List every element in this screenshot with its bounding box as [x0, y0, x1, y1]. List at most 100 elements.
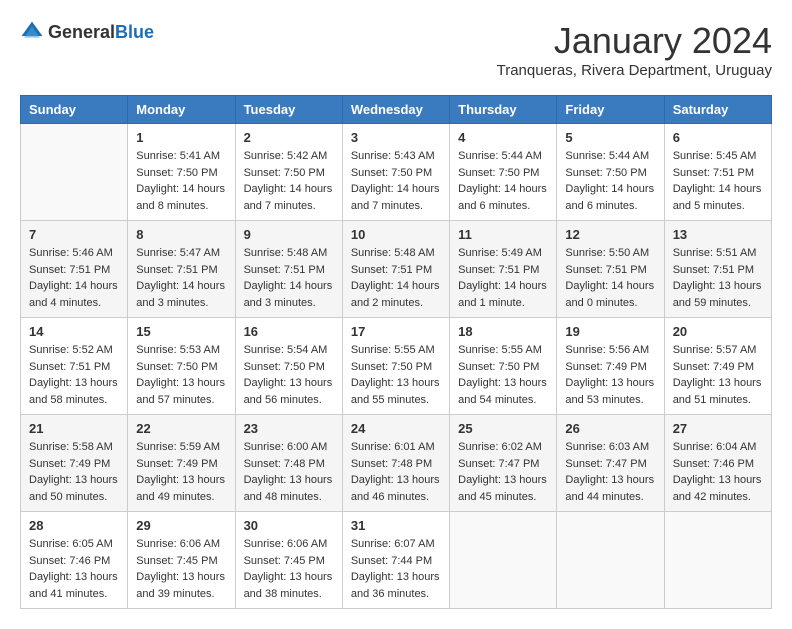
calendar-cell: 14 Sunrise: 5:52 AMSunset: 7:51 PMDayligh… — [21, 318, 128, 415]
day-info: Sunrise: 5:48 AMSunset: 7:51 PMDaylight:… — [244, 245, 334, 311]
calendar-cell: 4 Sunrise: 5:44 AMSunset: 7:50 PMDaylight… — [450, 124, 557, 221]
calendar-cell: 6 Sunrise: 5:45 AMSunset: 7:51 PMDaylight… — [664, 124, 771, 221]
day-number: 3 — [351, 130, 441, 145]
header-day-saturday: Saturday — [664, 96, 771, 124]
day-info: Sunrise: 6:07 AMSunset: 7:44 PMDaylight:… — [351, 536, 441, 602]
calendar-cell: 22 Sunrise: 5:59 AMSunset: 7:49 PMDayligh… — [128, 415, 235, 512]
day-info: Sunrise: 5:41 AMSunset: 7:50 PMDaylight:… — [136, 148, 226, 214]
header-day-sunday: Sunday — [21, 96, 128, 124]
day-number: 1 — [136, 130, 226, 145]
calendar-cell: 26 Sunrise: 6:03 AMSunset: 7:47 PMDayligh… — [557, 415, 664, 512]
day-info: Sunrise: 5:52 AMSunset: 7:51 PMDaylight:… — [29, 342, 119, 408]
calendar-cell: 10 Sunrise: 5:48 AMSunset: 7:51 PMDayligh… — [342, 221, 449, 318]
calendar-cell — [450, 512, 557, 609]
day-number: 16 — [244, 324, 334, 339]
day-number: 22 — [136, 421, 226, 436]
calendar-cell: 7 Sunrise: 5:46 AMSunset: 7:51 PMDaylight… — [21, 221, 128, 318]
header-day-tuesday: Tuesday — [235, 96, 342, 124]
day-info: Sunrise: 5:56 AMSunset: 7:49 PMDaylight:… — [565, 342, 655, 408]
week-row-2: 14 Sunrise: 5:52 AMSunset: 7:51 PMDayligh… — [21, 318, 772, 415]
day-number: 8 — [136, 227, 226, 242]
day-info: Sunrise: 5:53 AMSunset: 7:50 PMDaylight:… — [136, 342, 226, 408]
day-info: Sunrise: 6:01 AMSunset: 7:48 PMDaylight:… — [351, 439, 441, 505]
calendar-cell: 20Sunrise: 5:57 AMSunset: 7:49 PMDayligh… — [664, 318, 771, 415]
calendar-cell: 2Sunrise: 5:42 AMSunset: 7:50 PMDaylight… — [235, 124, 342, 221]
day-number: 2 — [244, 130, 334, 145]
page-header: GeneralBlue January 2024 Tranqueras, Riv… — [20, 20, 772, 79]
day-info: Sunrise: 5:58 AMSunset: 7:49 PMDaylight:… — [29, 439, 119, 505]
day-number: 14 — [29, 324, 119, 339]
calendar-cell — [664, 512, 771, 609]
location-subtitle: Tranqueras, Rivera Department, Uruguay — [497, 62, 772, 79]
calendar-body: 1 Sunrise: 5:41 AMSunset: 7:50 PMDaylight… — [21, 124, 772, 609]
calendar-cell: 19 Sunrise: 5:56 AMSunset: 7:49 PMDayligh… — [557, 318, 664, 415]
calendar-cell: 8 Sunrise: 5:47 AMSunset: 7:51 PMDaylight… — [128, 221, 235, 318]
day-info: Sunrise: 5:48 AMSunset: 7:51 PMDaylight:… — [351, 245, 441, 311]
day-info: Sunrise: 5:47 AMSunset: 7:51 PMDaylight:… — [136, 245, 226, 311]
day-number: 21 — [29, 421, 119, 436]
day-number: 12 — [565, 227, 655, 242]
day-info: Sunrise: 5:59 AMSunset: 7:49 PMDaylight:… — [136, 439, 226, 505]
header-row: SundayMondayTuesdayWednesdayThursdayFrid… — [21, 96, 772, 124]
day-info: Sunrise: 5:54 AMSunset: 7:50 PMDaylight:… — [244, 342, 334, 408]
day-info: Sunrise: 5:45 AMSunset: 7:51 PMDaylight:… — [673, 148, 763, 214]
calendar-cell: 16 Sunrise: 5:54 AMSunset: 7:50 PMDayligh… — [235, 318, 342, 415]
day-number: 4 — [458, 130, 548, 145]
day-info: Sunrise: 5:43 AMSunset: 7:50 PMDaylight:… — [351, 148, 441, 214]
logo-blue: Blue — [115, 22, 154, 42]
day-info: Sunrise: 5:46 AMSunset: 7:51 PMDaylight:… — [29, 245, 119, 311]
day-number: 29 — [136, 518, 226, 533]
day-number: 11 — [458, 227, 548, 242]
day-info: Sunrise: 6:06 AMSunset: 7:45 PMDaylight:… — [244, 536, 334, 602]
calendar-cell: 5 Sunrise: 5:44 AMSunset: 7:50 PMDaylight… — [557, 124, 664, 221]
calendar-cell: 23 Sunrise: 6:00 AMSunset: 7:48 PMDayligh… — [235, 415, 342, 512]
day-info: Sunrise: 5:44 AMSunset: 7:50 PMDaylight:… — [565, 148, 655, 214]
day-number: 23 — [244, 421, 334, 436]
day-number: 30 — [244, 518, 334, 533]
calendar-cell: 1 Sunrise: 5:41 AMSunset: 7:50 PMDaylight… — [128, 124, 235, 221]
calendar-cell: 9Sunrise: 5:48 AMSunset: 7:51 PMDaylight… — [235, 221, 342, 318]
calendar-cell: 3 Sunrise: 5:43 AMSunset: 7:50 PMDaylight… — [342, 124, 449, 221]
day-number: 10 — [351, 227, 441, 242]
day-number: 19 — [565, 324, 655, 339]
day-number: 7 — [29, 227, 119, 242]
day-info: Sunrise: 5:55 AMSunset: 7:50 PMDaylight:… — [351, 342, 441, 408]
day-info: Sunrise: 5:50 AMSunset: 7:51 PMDaylight:… — [565, 245, 655, 311]
day-number: 6 — [673, 130, 763, 145]
day-number: 26 — [565, 421, 655, 436]
week-row-0: 1 Sunrise: 5:41 AMSunset: 7:50 PMDaylight… — [21, 124, 772, 221]
calendar-cell: 13Sunrise: 5:51 AMSunset: 7:51 PMDayligh… — [664, 221, 771, 318]
day-info: Sunrise: 5:44 AMSunset: 7:50 PMDaylight:… — [458, 148, 548, 214]
header-day-friday: Friday — [557, 96, 664, 124]
calendar-cell: 31Sunrise: 6:07 AMSunset: 7:44 PMDayligh… — [342, 512, 449, 609]
week-row-3: 21 Sunrise: 5:58 AMSunset: 7:49 PMDayligh… — [21, 415, 772, 512]
day-info: Sunrise: 6:03 AMSunset: 7:47 PMDaylight:… — [565, 439, 655, 505]
calendar-cell: 24 Sunrise: 6:01 AMSunset: 7:48 PMDayligh… — [342, 415, 449, 512]
day-info: Sunrise: 6:04 AMSunset: 7:46 PMDaylight:… — [673, 439, 763, 505]
day-number: 5 — [565, 130, 655, 145]
header-day-wednesday: Wednesday — [342, 96, 449, 124]
calendar-cell: 15Sunrise: 5:53 AMSunset: 7:50 PMDayligh… — [128, 318, 235, 415]
week-row-4: 28 Sunrise: 6:05 AMSunset: 7:46 PMDayligh… — [21, 512, 772, 609]
calendar-cell: 17 Sunrise: 5:55 AMSunset: 7:50 PMDayligh… — [342, 318, 449, 415]
calendar-cell: 12 Sunrise: 5:50 AMSunset: 7:51 PMDayligh… — [557, 221, 664, 318]
day-number: 27 — [673, 421, 763, 436]
day-number: 13 — [673, 227, 763, 242]
week-row-1: 7 Sunrise: 5:46 AMSunset: 7:51 PMDaylight… — [21, 221, 772, 318]
day-number: 24 — [351, 421, 441, 436]
day-number: 17 — [351, 324, 441, 339]
day-number: 18 — [458, 324, 548, 339]
day-info: Sunrise: 5:57 AMSunset: 7:49 PMDaylight:… — [673, 342, 763, 408]
day-info: Sunrise: 6:05 AMSunset: 7:46 PMDaylight:… — [29, 536, 119, 602]
day-info: Sunrise: 6:06 AMSunset: 7:45 PMDaylight:… — [136, 536, 226, 602]
logo-general: General — [48, 22, 115, 42]
logo-icon — [20, 20, 44, 44]
day-info: Sunrise: 6:00 AMSunset: 7:48 PMDaylight:… — [244, 439, 334, 505]
calendar-cell: 30 Sunrise: 6:06 AMSunset: 7:45 PMDayligh… — [235, 512, 342, 609]
day-number: 28 — [29, 518, 119, 533]
calendar-cell: 21 Sunrise: 5:58 AMSunset: 7:49 PMDayligh… — [21, 415, 128, 512]
logo: GeneralBlue — [20, 20, 154, 44]
month-title: January 2024 — [497, 20, 772, 62]
day-info: Sunrise: 5:49 AMSunset: 7:51 PMDaylight:… — [458, 245, 548, 311]
header-day-thursday: Thursday — [450, 96, 557, 124]
